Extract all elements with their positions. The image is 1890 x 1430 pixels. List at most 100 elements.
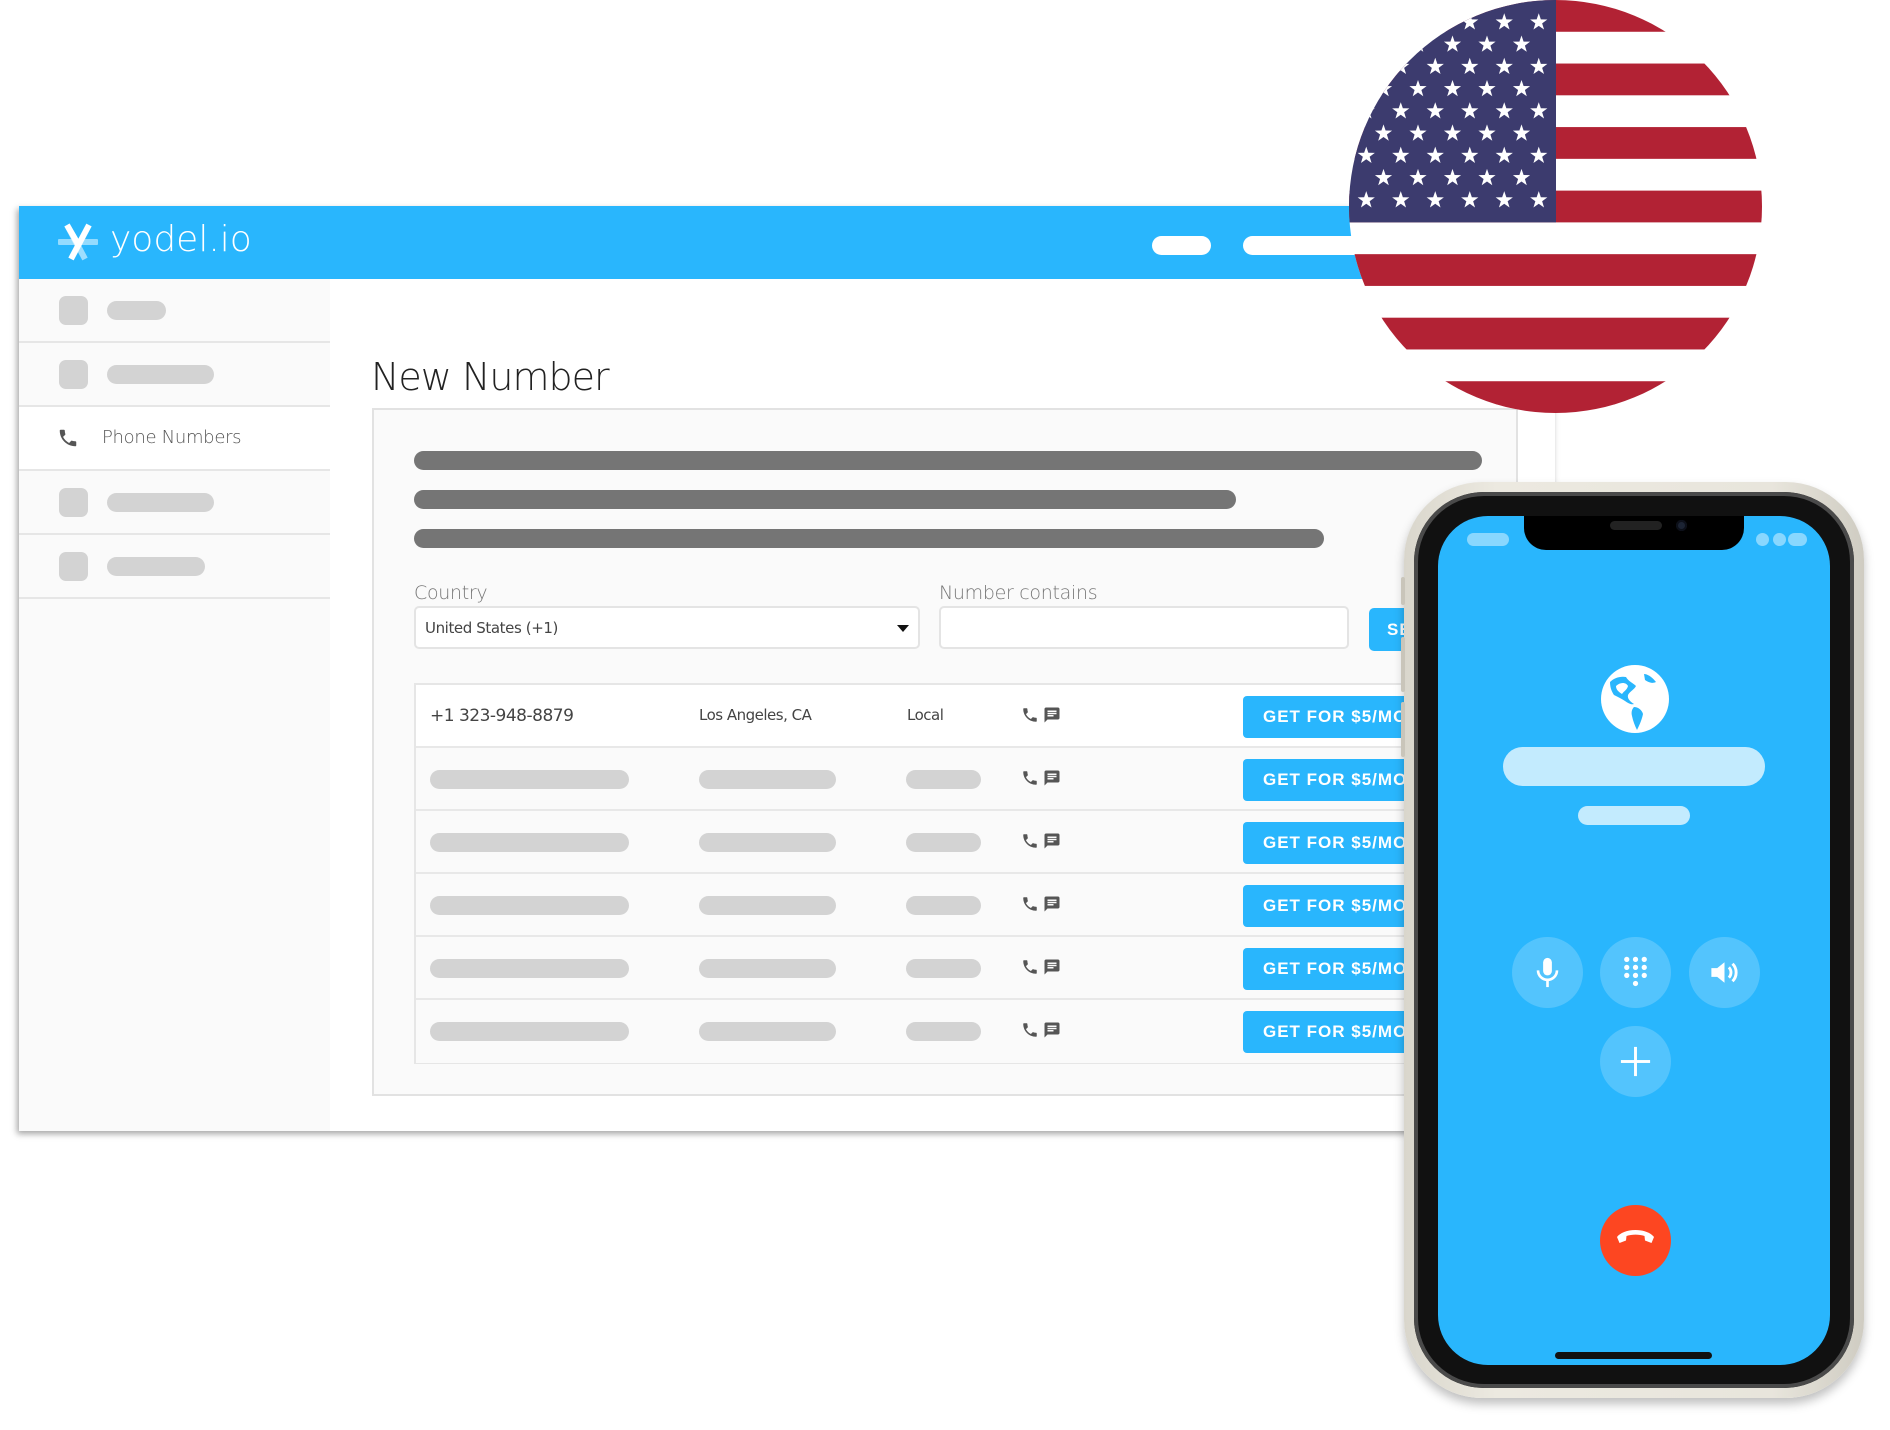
- flag-star: [1357, 57, 1375, 75]
- flag-red-stripe: [1349, 381, 1762, 413]
- voice-capability-icon: [1023, 1023, 1037, 1037]
- location-placeholder: [699, 770, 836, 789]
- phone-silent-switch: [1401, 577, 1405, 605]
- sidebar-item-placeholder[interactable]: [19, 471, 330, 535]
- number-contains-input[interactable]: [939, 606, 1349, 649]
- voice-capability-icon: [1023, 897, 1037, 911]
- sms-capability-icon: [1044, 959, 1060, 975]
- type-placeholder: [906, 833, 981, 852]
- flag-red-stripe: [1349, 254, 1762, 286]
- phone-notch: [1524, 516, 1744, 550]
- country-label: Country: [414, 582, 488, 604]
- sms-capability-icon: [1044, 1022, 1060, 1038]
- sidebar-item-placeholder[interactable]: [19, 343, 330, 407]
- description-placeholder-line: [414, 529, 1324, 548]
- table-row: GET FOR $5/MO: [416, 937, 1512, 1000]
- sidebar-item-label-placeholder: [107, 301, 166, 320]
- smartphone: [1401, 482, 1864, 1398]
- sidebar-item-icon-placeholder: [59, 360, 88, 389]
- table-row: GET FOR $5/MO: [416, 748, 1512, 811]
- page-title: New Number: [371, 355, 610, 399]
- phone-icon: [59, 429, 77, 447]
- status-indicator-placeholder: [1773, 533, 1786, 546]
- status-indicator-placeholder: [1756, 533, 1769, 546]
- sms-capability-icon: [1044, 770, 1060, 786]
- voice-capability-icon: [1023, 960, 1037, 974]
- speaker-button[interactable]: [1689, 937, 1760, 1008]
- yodel-logo-icon: [58, 223, 98, 261]
- nav-placeholder-2[interactable]: [1243, 236, 1363, 255]
- globe-icon: [1601, 665, 1669, 733]
- caret-down-icon: [897, 625, 909, 632]
- location-placeholder: [699, 959, 836, 978]
- type-placeholder: [906, 770, 981, 789]
- table-row: GET FOR $5/MO: [416, 811, 1512, 874]
- nav-placeholder-1[interactable]: [1152, 236, 1211, 255]
- sidebar-item-label-placeholder: [107, 557, 205, 576]
- number-type: Local: [907, 706, 944, 724]
- microphone-icon: [1536, 957, 1559, 988]
- speaker-icon: [1711, 962, 1738, 983]
- country-select[interactable]: United States (+1): [414, 606, 920, 649]
- sms-capability-icon: [1044, 896, 1060, 912]
- mute-button[interactable]: [1512, 937, 1583, 1008]
- phone-number-placeholder: [430, 1022, 629, 1041]
- type-placeholder: [906, 896, 981, 915]
- phone-number-placeholder: [430, 833, 629, 852]
- flag-star: [1357, 13, 1375, 30]
- sidebar-item-icon-placeholder: [59, 488, 88, 517]
- voice-capability-icon: [1023, 708, 1037, 722]
- add-call-button[interactable]: [1600, 1026, 1671, 1097]
- earpiece-speaker: [1610, 521, 1662, 530]
- front-camera: [1676, 520, 1687, 531]
- location-placeholder: [699, 1022, 836, 1041]
- new-number-card: Country United States (+1) Number contai…: [372, 408, 1518, 1096]
- sidebar-item-label-placeholder: [107, 493, 214, 512]
- phone-number: +1 323-948-8879: [430, 706, 574, 726]
- number-location: Los Angeles, CA: [699, 706, 812, 724]
- sidebar-item-label: Phone Numbers: [102, 427, 242, 448]
- sidebar-item-placeholder[interactable]: [19, 279, 330, 343]
- status-indicator-placeholder: [1788, 533, 1807, 546]
- table-row: GET FOR $5/MO: [416, 874, 1512, 937]
- phone-volume-up: [1401, 637, 1405, 692]
- plus-icon: [1620, 1046, 1651, 1077]
- flag-star: [1374, 35, 1393, 52]
- table-row: GET FOR $5/MO: [416, 1000, 1512, 1063]
- sidebar-item-phone-numbers[interactable]: Phone Numbers: [19, 407, 330, 471]
- home-indicator[interactable]: [1555, 1352, 1712, 1359]
- us-flag-icon: [1349, 0, 1762, 413]
- app-window: yodel.io Phone Numbers New Number Countr…: [19, 206, 1555, 1131]
- voice-capability-icon: [1023, 834, 1037, 848]
- end-call-button[interactable]: [1600, 1205, 1671, 1276]
- location-placeholder: [699, 833, 836, 852]
- table-row: +1 323-948-8879 Los Angeles, CA Local GE…: [416, 685, 1512, 748]
- phone-volume-down: [1401, 702, 1405, 757]
- number-contains-label: Number contains: [939, 582, 1098, 604]
- sidebar: Phone Numbers: [19, 279, 330, 1131]
- status-time-placeholder: [1467, 533, 1509, 546]
- caller-name-placeholder: [1503, 747, 1765, 786]
- keypad-button[interactable]: [1600, 937, 1671, 1008]
- phone-number-placeholder: [430, 896, 629, 915]
- sidebar-item-label-placeholder: [107, 365, 214, 384]
- flag-star: [1392, 13, 1410, 30]
- phone-number-placeholder: [430, 770, 629, 789]
- hang-up-icon: [1617, 1230, 1654, 1243]
- sms-capability-icon: [1044, 707, 1060, 723]
- location-placeholder: [699, 896, 836, 915]
- type-placeholder: [906, 1022, 981, 1041]
- sidebar-item-placeholder[interactable]: [19, 535, 330, 599]
- description-placeholder-line: [414, 451, 1482, 470]
- phone-number-placeholder: [430, 959, 629, 978]
- keypad-icon: [1624, 956, 1647, 987]
- brand-name[interactable]: yodel.io: [110, 216, 252, 264]
- sidebar-item-icon-placeholder: [59, 552, 88, 581]
- sms-capability-icon: [1044, 833, 1060, 849]
- description-placeholder-line: [414, 490, 1236, 509]
- phone-screen: [1438, 516, 1830, 1365]
- call-status-placeholder: [1578, 806, 1690, 825]
- flag-canton: [1349, 0, 1556, 223]
- type-placeholder: [906, 959, 981, 978]
- results-table: +1 323-948-8879 Los Angeles, CA Local GE…: [414, 683, 1514, 1064]
